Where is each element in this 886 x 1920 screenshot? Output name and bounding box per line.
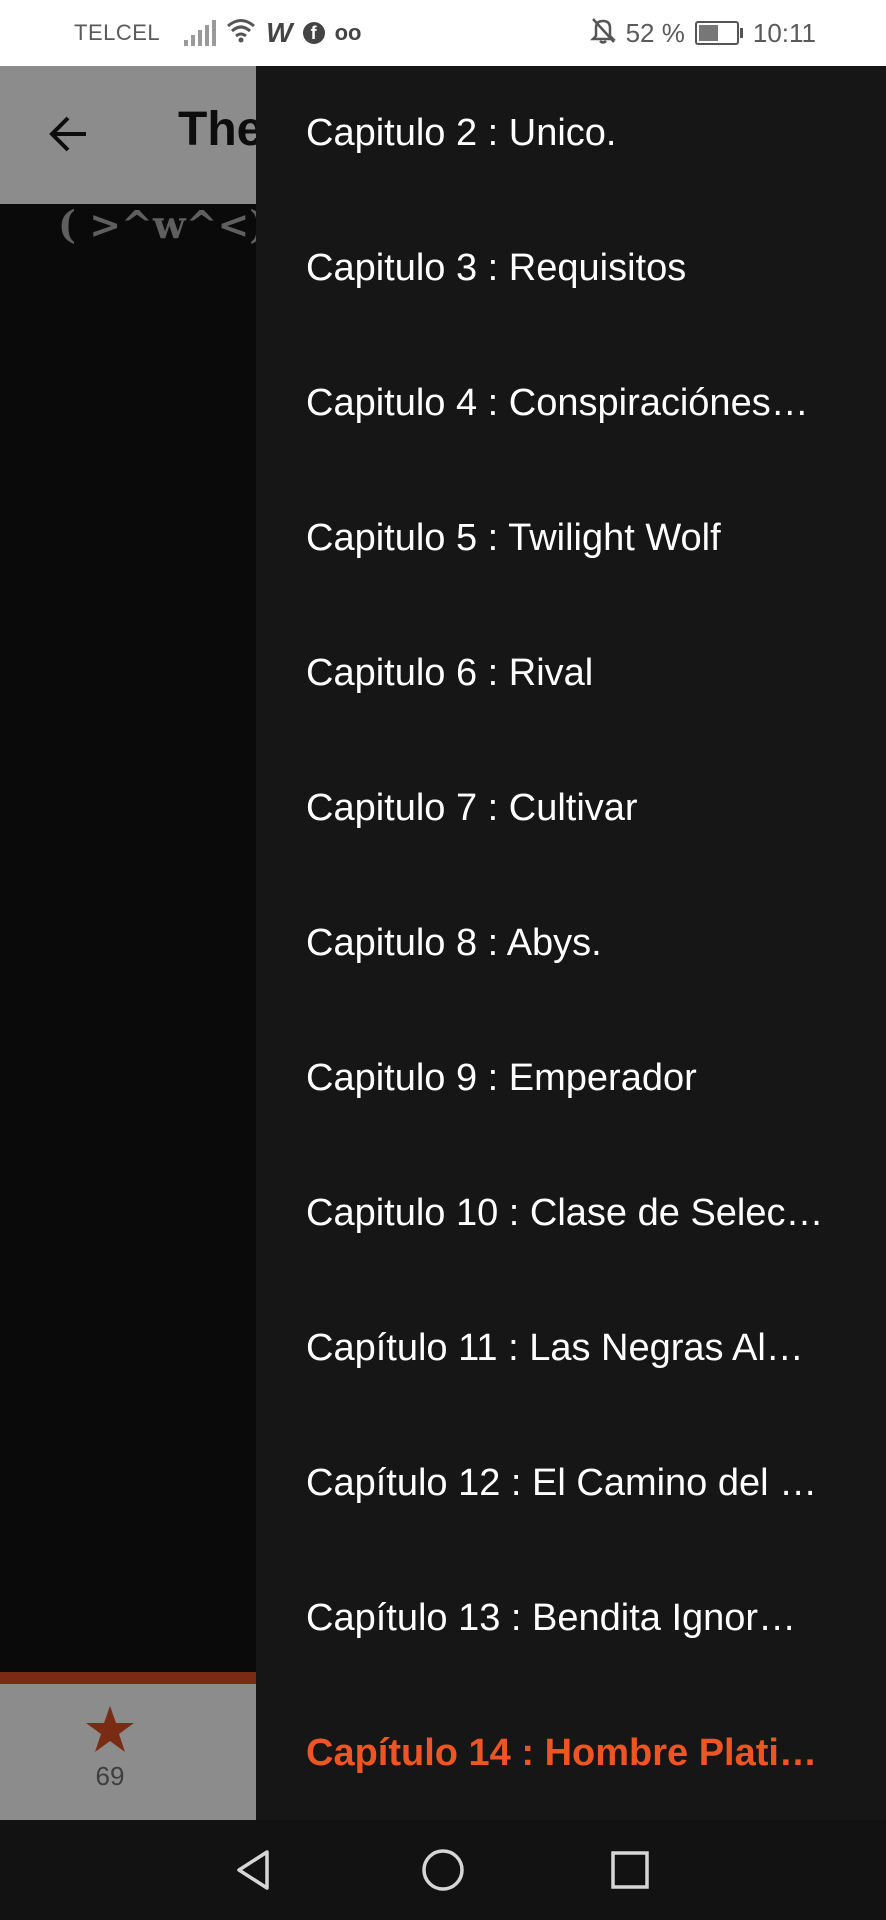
mute-bell-icon	[589, 16, 616, 51]
wifi-icon	[226, 17, 256, 49]
vote-button[interactable]: 69	[60, 1704, 160, 1792]
chapter-label: Capitulo 4 : Conspiraciónes…	[306, 382, 809, 424]
recents-square-icon[interactable]	[598, 1838, 662, 1902]
chapter-label: Capitulo 9 : Emperador	[306, 1057, 697, 1099]
chapter-item[interactable]: Capitulo 5 : Twilight Wolf	[306, 471, 886, 606]
chapter-label: Capitulo 3 : Requisitos	[306, 247, 687, 289]
chapter-label: Capítulo 11 : Las Negras Al…	[306, 1327, 804, 1369]
emoticon-text: ( >^w^<)	[58, 202, 268, 247]
back-arrow-icon[interactable]	[40, 106, 96, 162]
battery-percent: 52 %	[625, 17, 685, 48]
chapter-drawer: Capitulo 2 : Unico. Capitulo 3 : Requisi…	[256, 66, 886, 1820]
chapter-label: Capitulo 8 : Abys.	[306, 922, 602, 964]
chapter-item[interactable]: Capitulo 6 : Rival	[306, 606, 886, 741]
facebook-icon: f	[302, 22, 325, 44]
chapter-label: Capítulo 14 : Hombre Plati…	[306, 1732, 817, 1774]
story-title: The	[178, 103, 264, 156]
chapter-label: Capitulo 6 : Rival	[306, 652, 594, 694]
chapter-item[interactable]: Capítulo 11 : Las Negras Al…	[306, 1281, 886, 1416]
chapter-label: Capitulo 5 : Twilight Wolf	[306, 517, 721, 559]
chapter-item[interactable]: Capitulo 4 : Conspiraciónes…	[306, 336, 886, 471]
chapter-item[interactable]: Capitulo 10 : Clase de Selec…	[306, 1146, 886, 1281]
voicemail-icon: oo	[334, 20, 362, 45]
carrier-label: TELCEL	[74, 20, 161, 45]
chapter-item[interactable]: Capitulo 8 : Abys.	[306, 876, 886, 1011]
star-icon	[84, 1706, 136, 1758]
wattpad-icon: W	[266, 17, 293, 48]
status-right: 52 % 10:11	[589, 0, 816, 66]
chapter-item[interactable]: Capitulo 7 : Cultivar	[306, 741, 886, 876]
chapter-label: Capitulo 2 : Unico.	[306, 112, 617, 154]
chapter-item[interactable]: Capitulo 2 : Unico.	[306, 66, 886, 201]
chapter-item-current[interactable]: Capítulo 14 : Hombre Plati…	[306, 1686, 886, 1820]
chapter-label: Capitulo 7 : Cultivar	[306, 787, 638, 829]
chapter-item[interactable]: Capítulo 13 : Bendita Ignor…	[306, 1551, 886, 1686]
status-bar: TELCEL W f oo 52 % 10:11	[0, 0, 886, 66]
clock: 10:11	[752, 17, 816, 48]
battery-charging-icon	[694, 21, 743, 45]
chapter-label: Capitulo 10 : Clase de Selec…	[306, 1192, 824, 1234]
status-left: TELCEL W f oo	[74, 0, 361, 66]
signal-icon	[184, 20, 217, 46]
chapter-item[interactable]: Capitulo 9 : Emperador	[306, 1011, 886, 1146]
home-circle-icon[interactable]	[411, 1838, 475, 1902]
chapter-item[interactable]: Capítulo 12 : El Camino del …	[306, 1416, 886, 1551]
system-nav-bar	[0, 1820, 886, 1920]
vote-count: 69	[95, 1761, 125, 1791]
chapter-item[interactable]: Capitulo 3 : Requisitos	[306, 201, 886, 336]
chapter-label: Capítulo 13 : Bendita Ignor…	[306, 1597, 797, 1639]
chapter-label: Capítulo 12 : El Camino del …	[306, 1462, 818, 1504]
back-triangle-icon[interactable]	[221, 1838, 285, 1902]
